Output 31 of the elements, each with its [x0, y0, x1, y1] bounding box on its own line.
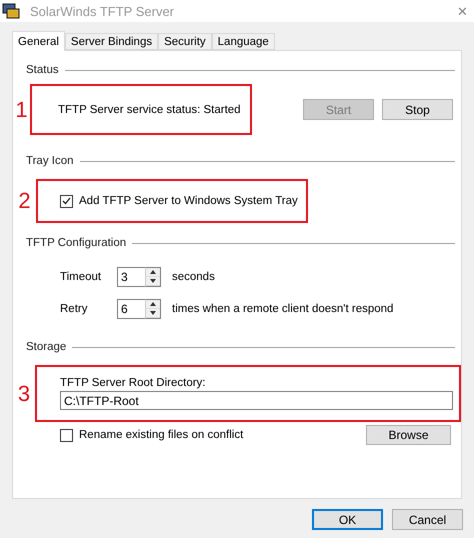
- directory-field[interactable]: C:\TFTP-Root: [60, 391, 453, 410]
- browse-button[interactable]: Browse: [366, 425, 451, 445]
- callout-number: 1: [14, 96, 29, 122]
- field-label: Timeout: [60, 271, 102, 283]
- section-heading: Tray Icon: [26, 155, 74, 167]
- section-heading: Storage: [26, 341, 66, 353]
- checkbox-label: Add TFTP Server to Windows System Tray: [79, 195, 298, 207]
- close-icon[interactable]: ✕: [457, 4, 468, 18]
- tab[interactable]: Server Bindings: [64, 33, 158, 50]
- field-label: Retry: [60, 303, 88, 315]
- unit-text: seconds: [172, 271, 215, 283]
- tab[interactable]: Security: [158, 33, 212, 50]
- cancel-button[interactable]: Cancel: [392, 509, 463, 530]
- tab[interactable]: Language: [212, 33, 275, 50]
- field-label: TFTP Server Root Directory:: [60, 377, 206, 389]
- number-field[interactable]: 3: [117, 267, 145, 287]
- app-icon: [2, 3, 20, 19]
- unit-text: times when a remote client doesn't respond: [172, 303, 394, 315]
- checkbox-label: Rename existing files on conflict: [79, 429, 244, 441]
- checkbox[interactable]: [60, 428, 73, 442]
- section-heading: Status: [26, 64, 59, 76]
- ok-button[interactable]: OK: [312, 509, 383, 530]
- checkbox[interactable]: [60, 194, 73, 208]
- callout-number: 2: [17, 188, 32, 214]
- callout-number: 3: [16, 380, 32, 406]
- section-heading: TFTP Configuration: [26, 237, 126, 249]
- status-text: TFTP Server service status: Started: [58, 104, 242, 116]
- window-title: SolarWinds TFTP Server: [30, 4, 176, 18]
- tab[interactable]: General: [12, 31, 65, 51]
- number-field[interactable]: 6: [117, 299, 145, 319]
- stop-button[interactable]: Stop: [382, 99, 453, 120]
